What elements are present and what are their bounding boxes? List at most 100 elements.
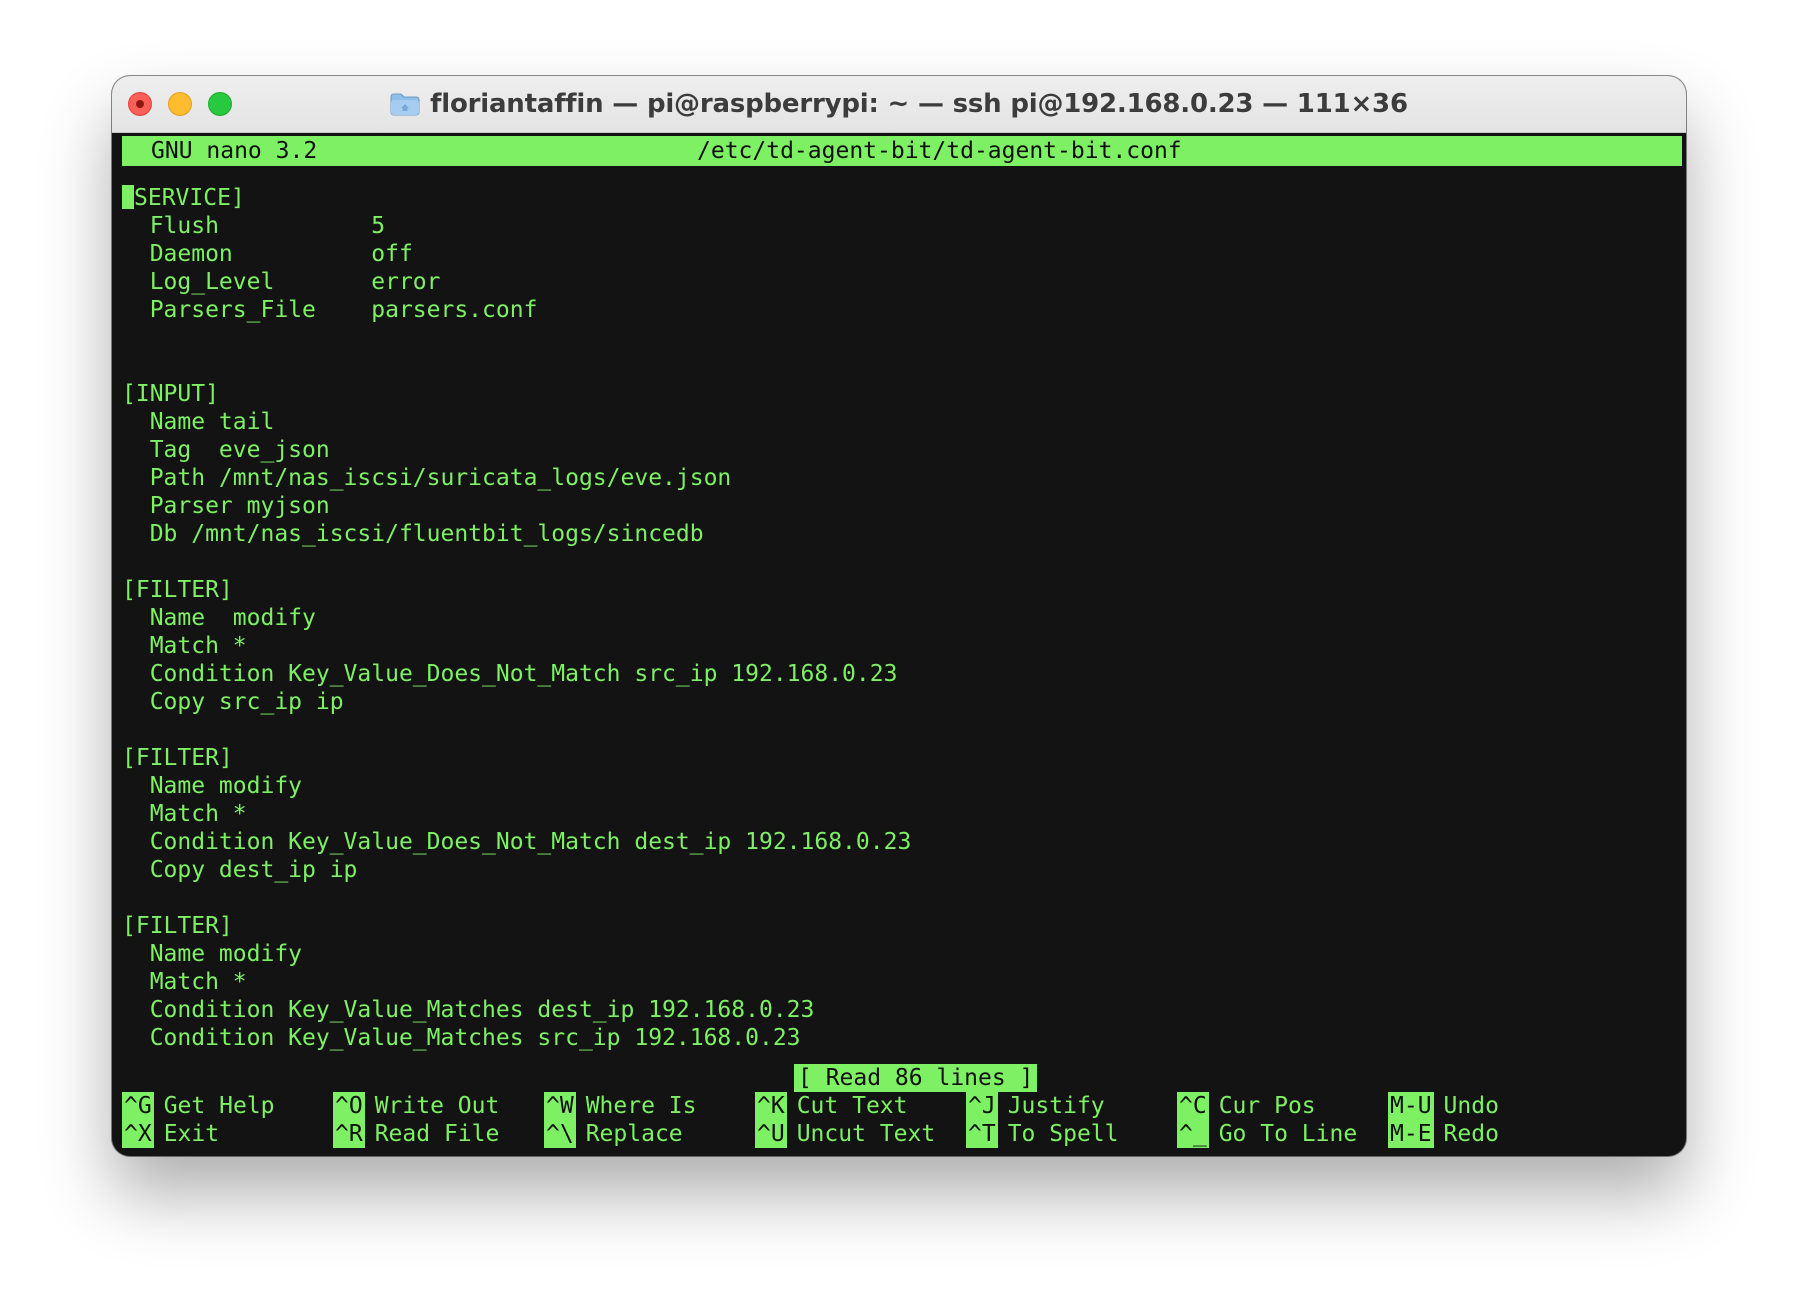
shortcut-redo[interactable]: M-E Redo bbox=[1388, 1120, 1499, 1148]
shortcut-label: Cur Pos bbox=[1218, 1093, 1316, 1119]
editor-line-text: Flush 5 bbox=[122, 213, 386, 239]
editor-line[interactable]: SERVICE] bbox=[122, 184, 245, 212]
editor-line-text: Name modify bbox=[122, 605, 316, 631]
editor-line[interactable]: Log_Level error bbox=[122, 268, 441, 296]
shortcut-key: ^\ bbox=[544, 1120, 576, 1148]
shortcut-key: ^X bbox=[122, 1120, 154, 1148]
editor-line-text: Copy src_ip ip bbox=[122, 689, 344, 715]
shortcut-key: M-U bbox=[1388, 1092, 1434, 1120]
editor-line-text: Parsers_File parsers.conf bbox=[122, 297, 538, 323]
editor-line[interactable]: Match * bbox=[122, 968, 247, 996]
editor-line[interactable]: Path /mnt/nas_iscsi/suricata_logs/eve.js… bbox=[122, 464, 732, 492]
editor-line-text: Match * bbox=[122, 801, 247, 827]
shortcut-label: Read File bbox=[374, 1121, 500, 1147]
editor-line-text: Match * bbox=[122, 633, 247, 659]
shortcut-key: ^O bbox=[333, 1092, 365, 1120]
terminal-area[interactable]: GNU nano 3.2 /etc/td-agent-bit/td-agent-… bbox=[122, 136, 1682, 1152]
editor-line[interactable]: Name modify bbox=[122, 940, 302, 968]
shortcut-justify[interactable]: ^J Justify bbox=[966, 1092, 1105, 1120]
shortcut-cut-text[interactable]: ^K Cut Text bbox=[755, 1092, 907, 1120]
shortcut-label: Replace bbox=[585, 1121, 683, 1147]
status-message: [ Read 86 lines ] bbox=[794, 1064, 1038, 1092]
editor-line-text: Name tail bbox=[122, 409, 275, 435]
shortcut-label: Uncut Text bbox=[796, 1121, 936, 1147]
title-bar[interactable]: floriantaffin — pi@raspberrypi: ~ — ssh … bbox=[112, 76, 1686, 133]
shortcut-uncut-text[interactable]: ^U Uncut Text bbox=[755, 1120, 935, 1148]
shortcut-key: ^J bbox=[966, 1092, 998, 1120]
nano-filename: /etc/td-agent-bit/td-agent-bit.conf bbox=[697, 138, 1182, 164]
editor-line[interactable]: Parser myjson bbox=[122, 492, 330, 520]
shortcut-undo[interactable]: M-U Undo bbox=[1388, 1092, 1499, 1120]
editor-line-text: [INPUT] bbox=[122, 381, 219, 407]
shortcut-key: ^_ bbox=[1177, 1120, 1209, 1148]
editor-line[interactable]: Tag eve_json bbox=[122, 436, 330, 464]
terminal-window: floriantaffin — pi@raspberrypi: ~ — ssh … bbox=[112, 76, 1686, 1156]
editor-line[interactable]: Name tail bbox=[122, 408, 275, 436]
shortcut-replace[interactable]: ^\ Replace bbox=[544, 1120, 683, 1148]
shortcut-label: Where Is bbox=[585, 1093, 697, 1119]
shortcut-where-is[interactable]: ^W Where Is bbox=[544, 1092, 696, 1120]
editor-line[interactable]: Condition Key_Value_Does_Not_Match src_i… bbox=[122, 660, 898, 688]
editor-line-text: Log_Level error bbox=[122, 269, 441, 295]
folder-icon bbox=[390, 92, 420, 116]
shortcut-label: Undo bbox=[1443, 1093, 1499, 1119]
nano-version: GNU nano 3.2 bbox=[151, 138, 318, 164]
shortcut-label: Write Out bbox=[374, 1093, 500, 1119]
shortcut-key: ^G bbox=[122, 1092, 154, 1120]
editor-line[interactable]: [INPUT] bbox=[122, 380, 219, 408]
editor-line[interactable]: Daemon off bbox=[122, 240, 413, 268]
shortcut-label: Exit bbox=[163, 1121, 220, 1147]
editor-line-text: Daemon off bbox=[122, 241, 413, 267]
editor-line[interactable]: Copy src_ip ip bbox=[122, 688, 344, 716]
editor-line[interactable]: Name modify bbox=[122, 772, 302, 800]
editor-line[interactable]: Name modify bbox=[122, 604, 316, 632]
shortcut-label: Redo bbox=[1443, 1121, 1499, 1147]
editor-line-text: Condition Key_Value_Does_Not_Match dest_… bbox=[122, 829, 912, 855]
window-title-group: floriantaffin — pi@raspberrypi: ~ — ssh … bbox=[112, 76, 1686, 132]
editor-line[interactable]: Db /mnt/nas_iscsi/fluentbit_logs/sincedb bbox=[122, 520, 704, 548]
editor-line-text: Condition Key_Value_Matches dest_ip 192.… bbox=[122, 997, 815, 1023]
shortcut-key: ^R bbox=[333, 1120, 365, 1148]
shortcut-label: Cut Text bbox=[796, 1093, 908, 1119]
editor-line-text: Path /mnt/nas_iscsi/suricata_logs/eve.js… bbox=[122, 465, 732, 491]
editor-line-text: Match * bbox=[122, 969, 247, 995]
editor-line[interactable]: Copy dest_ip ip bbox=[122, 856, 358, 884]
editor-line-text: Copy dest_ip ip bbox=[122, 857, 358, 883]
shortcut-get-help[interactable]: ^G Get Help bbox=[122, 1092, 274, 1120]
editor-line[interactable]: Condition Key_Value_Does_Not_Match dest_… bbox=[122, 828, 912, 856]
editor-line[interactable]: [FILTER] bbox=[122, 912, 233, 940]
editor-line[interactable]: Match * bbox=[122, 800, 247, 828]
shortcut-key: ^W bbox=[544, 1092, 576, 1120]
editor-line-text: Condition Key_Value_Matches src_ip 192.1… bbox=[122, 1025, 801, 1051]
editor-line-text: Parser myjson bbox=[122, 493, 330, 519]
editor-line[interactable]: Parsers_File parsers.conf bbox=[122, 296, 538, 324]
editor-line-text: [FILTER] bbox=[122, 577, 233, 603]
editor-line[interactable]: [FILTER] bbox=[122, 576, 233, 604]
window-title: floriantaffin — pi@raspberrypi: ~ — ssh … bbox=[430, 89, 1408, 119]
shortcut-label: Justify bbox=[1007, 1093, 1105, 1119]
shortcut-read-file[interactable]: ^R Read File bbox=[333, 1120, 499, 1148]
editor-line-text: Name modify bbox=[122, 941, 303, 967]
shortcut-exit[interactable]: ^X Exit bbox=[122, 1120, 219, 1148]
shortcut-key: ^C bbox=[1177, 1092, 1209, 1120]
editor-line-text: Db /mnt/nas_iscsi/fluentbit_logs/sincedb bbox=[122, 521, 704, 547]
shortcut-key: ^T bbox=[966, 1120, 998, 1148]
editor-line[interactable]: [FILTER] bbox=[122, 744, 233, 772]
editor-line-text: [FILTER] bbox=[122, 745, 233, 771]
shortcut-to-spell[interactable]: ^T To Spell bbox=[966, 1120, 1118, 1148]
editor-line-text: SERVICE] bbox=[134, 185, 245, 211]
shortcut-write-out[interactable]: ^O Write Out bbox=[333, 1092, 499, 1120]
nano-header-bar: GNU nano 3.2 /etc/td-agent-bit/td-agent-… bbox=[122, 136, 1682, 166]
shortcut-cur-pos[interactable]: ^C Cur Pos bbox=[1177, 1092, 1316, 1120]
text-cursor bbox=[122, 185, 134, 209]
editor-line[interactable]: Condition Key_Value_Matches src_ip 192.1… bbox=[122, 1024, 801, 1052]
editor-line[interactable]: Condition Key_Value_Matches dest_ip 192.… bbox=[122, 996, 815, 1024]
shortcut-label: Go To Line bbox=[1218, 1121, 1358, 1147]
editor-line-text: [FILTER] bbox=[122, 913, 233, 939]
shortcut-go-to-line[interactable]: ^_ Go To Line bbox=[1177, 1120, 1357, 1148]
shortcut-label: Get Help bbox=[163, 1093, 275, 1119]
editor-line[interactable]: Match * bbox=[122, 632, 247, 660]
shortcut-key: ^K bbox=[755, 1092, 787, 1120]
shortcut-label: To Spell bbox=[1007, 1121, 1119, 1147]
editor-line[interactable]: Flush 5 bbox=[122, 212, 385, 240]
